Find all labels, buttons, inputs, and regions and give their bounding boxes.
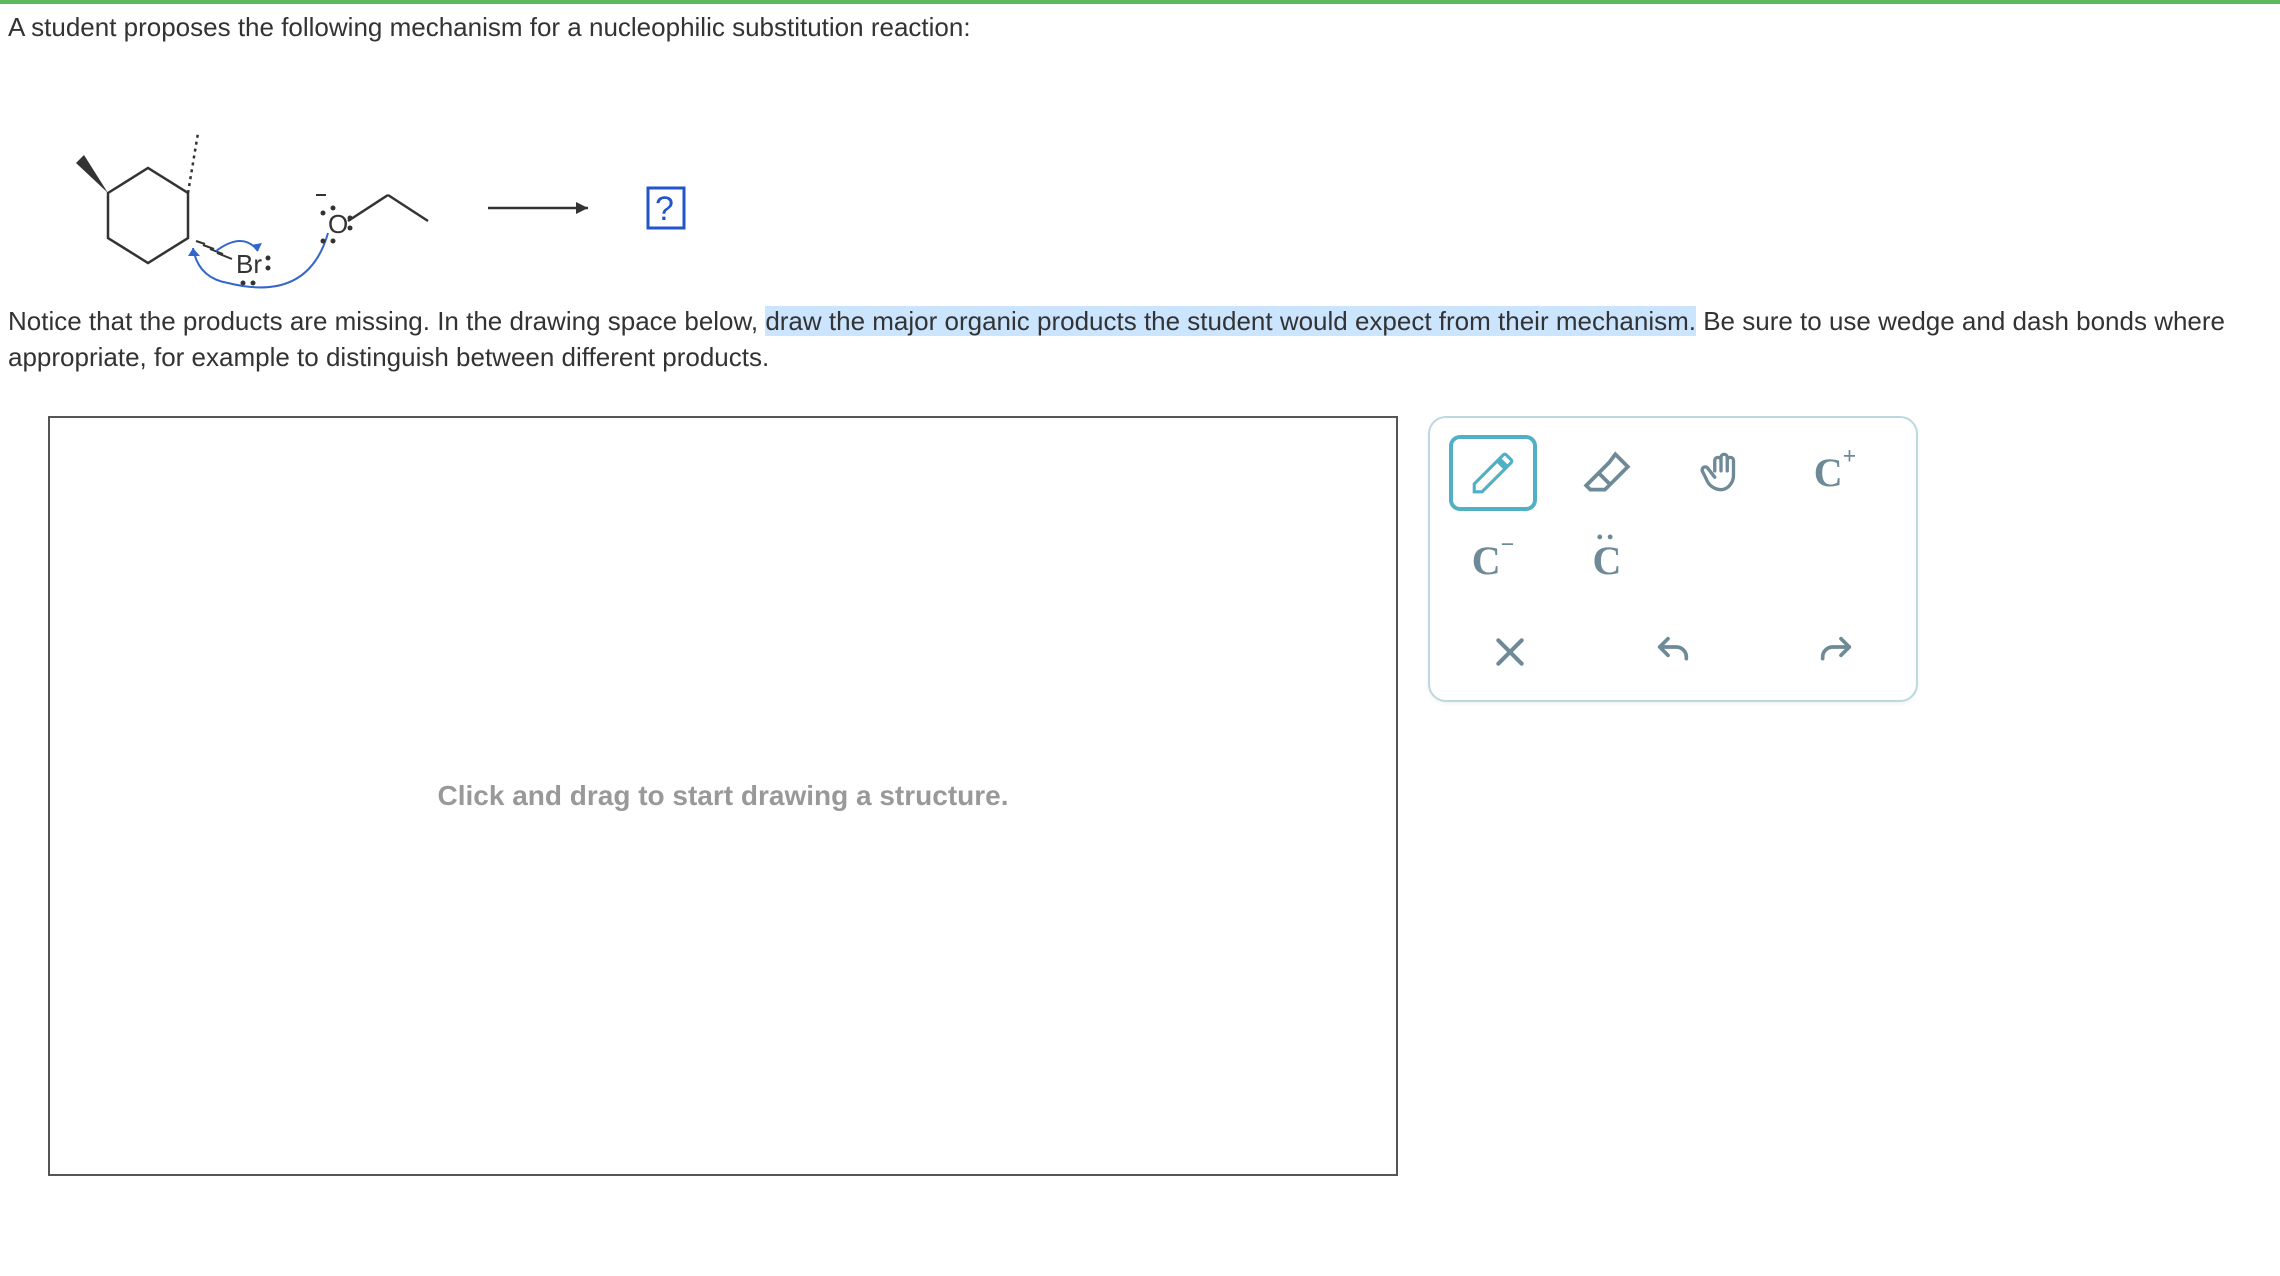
cation-tool-button[interactable]: C+ — [1792, 436, 1878, 510]
tool-palette: C+ C− •• C — [1428, 416, 1918, 702]
question-intro-text: A student proposes the following mechani… — [8, 4, 2272, 63]
clear-button[interactable] — [1480, 622, 1540, 682]
main-content: A student proposes the following mechani… — [0, 4, 2280, 1176]
mechanism-diagram: Br O — [8, 63, 2272, 303]
close-icon — [1490, 632, 1530, 672]
lone-pair-label: •• C — [1593, 537, 1622, 584]
grab-tool-button[interactable] — [1678, 436, 1764, 510]
undo-button[interactable] — [1643, 622, 1703, 682]
pencil-tool-button[interactable] — [1450, 436, 1536, 510]
body-before: Notice that the products are missing. In… — [8, 306, 765, 336]
redo-button[interactable] — [1806, 622, 1866, 682]
lone-pair-tool-button[interactable]: •• C — [1564, 524, 1650, 598]
hand-icon — [1696, 448, 1746, 498]
pencil-icon — [1468, 448, 1518, 498]
redo-icon — [1816, 632, 1856, 672]
body-highlight: draw the major organic products the stud… — [765, 306, 1696, 336]
eraser-icon — [1582, 448, 1632, 498]
question-body-text: Notice that the products are missing. In… — [8, 303, 2272, 406]
cation-label: C+ — [1814, 449, 1857, 496]
product-placeholder: ? — [655, 190, 674, 228]
anion-label: C− — [1472, 537, 1515, 584]
leaving-group-label: Br — [236, 249, 262, 279]
drawing-canvas[interactable]: Click and drag to start drawing a struct… — [48, 416, 1398, 1176]
nucleophile-label: O — [328, 209, 348, 239]
anion-tool-button[interactable]: C− — [1450, 524, 1536, 598]
eraser-tool-button[interactable] — [1564, 436, 1650, 510]
undo-icon — [1653, 632, 1693, 672]
canvas-hint-text: Click and drag to start drawing a struct… — [437, 776, 1008, 815]
workspace: Click and drag to start drawing a struct… — [8, 406, 2272, 1176]
